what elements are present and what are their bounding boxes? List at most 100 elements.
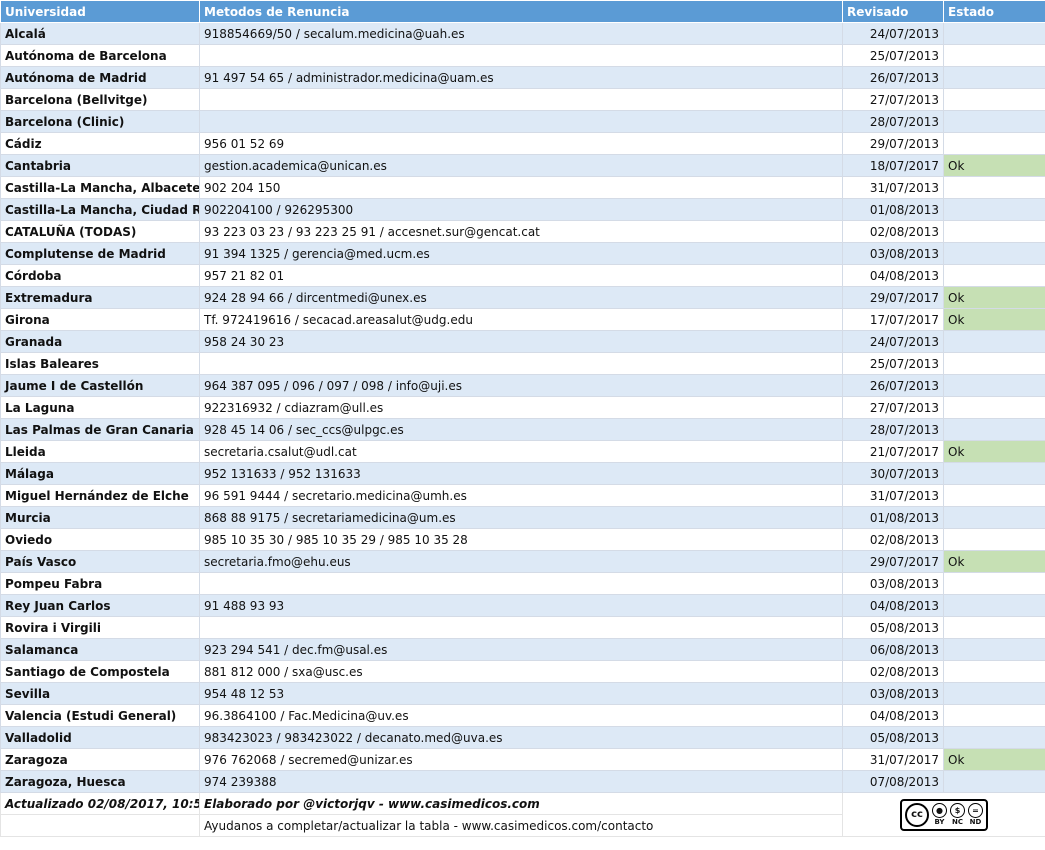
cell-metodos[interactable]: 96 591 9444 / secretario.medicina@umh.es — [199, 484, 843, 507]
cell-estado[interactable] — [943, 704, 1045, 727]
cell-universidad[interactable]: Girona — [0, 308, 200, 331]
cell-metodos[interactable] — [199, 44, 843, 67]
cell-universidad[interactable]: Castilla-La Mancha, Albacete — [0, 176, 200, 199]
cell-revisado[interactable]: 25/07/2013 — [842, 44, 944, 67]
header-universidad[interactable]: Universidad — [0, 0, 200, 23]
cell-revisado[interactable]: 28/07/2013 — [842, 110, 944, 133]
cell-universidad[interactable]: Barcelona (Bellvitge) — [0, 88, 200, 111]
updated-note[interactable]: Actualizado 02/08/2017, 10:50 — [0, 792, 200, 815]
cell-universidad[interactable]: Zaragoza — [0, 748, 200, 771]
cell-universidad[interactable]: Valencia (Estudi General) — [0, 704, 200, 727]
cell-universidad[interactable]: Salamanca — [0, 638, 200, 661]
cell-estado[interactable] — [943, 352, 1045, 375]
cell-revisado[interactable]: 04/08/2013 — [842, 264, 944, 287]
footer-blank-cell[interactable] — [0, 814, 200, 837]
cell-universidad[interactable]: Granada — [0, 330, 200, 353]
cell-universidad[interactable]: Santiago de Compostela — [0, 660, 200, 683]
cell-universidad[interactable]: Oviedo — [0, 528, 200, 551]
cell-metodos[interactable]: 96.3864100 / Fac.Medicina@uv.es — [199, 704, 843, 727]
cell-metodos[interactable]: secretaria.fmo@ehu.eus — [199, 550, 843, 573]
cell-revisado[interactable]: 31/07/2013 — [842, 484, 944, 507]
cell-estado[interactable] — [943, 132, 1045, 155]
cell-universidad[interactable]: Sevilla — [0, 682, 200, 705]
cell-estado[interactable] — [943, 198, 1045, 221]
cell-metodos[interactable] — [199, 616, 843, 639]
cell-metodos[interactable]: 958 24 30 23 — [199, 330, 843, 353]
cell-metodos[interactable]: 957 21 82 01 — [199, 264, 843, 287]
cell-universidad[interactable]: Extremadura — [0, 286, 200, 309]
cell-estado[interactable] — [943, 176, 1045, 199]
cell-revisado[interactable]: 07/08/2013 — [842, 770, 944, 793]
cell-revisado[interactable]: 29/07/2017 — [842, 286, 944, 309]
cell-estado[interactable] — [943, 110, 1045, 133]
cell-estado[interactable]: Ok — [943, 286, 1045, 309]
cell-revisado[interactable]: 24/07/2013 — [842, 22, 944, 45]
cell-revisado[interactable]: 24/07/2013 — [842, 330, 944, 353]
cell-revisado[interactable]: 01/08/2013 — [842, 198, 944, 221]
cell-universidad[interactable]: Rovira i Virgili — [0, 616, 200, 639]
cell-metodos[interactable]: 91 394 1325 / gerencia@med.ucm.es — [199, 242, 843, 265]
cell-revisado[interactable]: 29/07/2017 — [842, 550, 944, 573]
cell-metodos[interactable]: 954 48 12 53 — [199, 682, 843, 705]
cell-metodos[interactable] — [199, 110, 843, 133]
cell-universidad[interactable]: Málaga — [0, 462, 200, 485]
cell-estado[interactable] — [943, 22, 1045, 45]
cell-revisado[interactable]: 04/08/2013 — [842, 704, 944, 727]
cell-universidad[interactable]: Autónoma de Barcelona — [0, 44, 200, 67]
cell-estado[interactable] — [943, 594, 1045, 617]
cell-universidad[interactable]: Cantabria — [0, 154, 200, 177]
cell-estado[interactable] — [943, 770, 1045, 793]
cell-revisado[interactable]: 26/07/2013 — [842, 66, 944, 89]
cc-license-badge[interactable]: cc ● BY $ NC = ND — [900, 798, 988, 831]
cell-estado[interactable] — [943, 726, 1045, 749]
cell-metodos[interactable]: 902204100 / 926295300 — [199, 198, 843, 221]
cell-revisado[interactable]: 03/08/2013 — [842, 572, 944, 595]
cell-revisado[interactable]: 29/07/2013 — [842, 132, 944, 155]
cell-universidad[interactable]: Islas Baleares — [0, 352, 200, 375]
cell-estado[interactable] — [943, 484, 1045, 507]
cell-universidad[interactable]: Miguel Hernández de Elche — [0, 484, 200, 507]
cell-metodos[interactable]: 93 223 03 23 / 93 223 25 91 / accesnet.s… — [199, 220, 843, 243]
cell-estado[interactable]: Ok — [943, 550, 1045, 573]
cell-revisado[interactable]: 28/07/2013 — [842, 418, 944, 441]
cell-revisado[interactable]: 01/08/2013 — [842, 506, 944, 529]
cell-estado[interactable] — [943, 242, 1045, 265]
cell-metodos[interactable]: 91 488 93 93 — [199, 594, 843, 617]
cell-metodos[interactable]: 902 204 150 — [199, 176, 843, 199]
cell-metodos[interactable] — [199, 352, 843, 375]
cell-revisado[interactable]: 31/07/2013 — [842, 176, 944, 199]
cell-estado[interactable]: Ok — [943, 748, 1045, 771]
cell-universidad[interactable]: Valladolid — [0, 726, 200, 749]
cell-universidad[interactable]: Cádiz — [0, 132, 200, 155]
cell-revisado[interactable]: 17/07/2017 — [842, 308, 944, 331]
cell-universidad[interactable]: Córdoba — [0, 264, 200, 287]
cell-revisado[interactable]: 02/08/2013 — [842, 528, 944, 551]
cell-revisado[interactable]: 05/08/2013 — [842, 616, 944, 639]
cell-revisado[interactable]: 03/08/2013 — [842, 682, 944, 705]
help-note[interactable]: Ayudanos a completar/actualizar la tabla… — [199, 814, 843, 837]
cell-metodos[interactable]: gestion.academica@unican.es — [199, 154, 843, 177]
cell-revisado[interactable]: 25/07/2013 — [842, 352, 944, 375]
cell-revisado[interactable]: 27/07/2013 — [842, 396, 944, 419]
cell-universidad[interactable]: Lleida — [0, 440, 200, 463]
cell-estado[interactable] — [943, 264, 1045, 287]
cell-estado[interactable] — [943, 616, 1045, 639]
cell-metodos[interactable]: 918854669/50 / secalum.medicina@uah.es — [199, 22, 843, 45]
cell-revisado[interactable]: 04/08/2013 — [842, 594, 944, 617]
cell-estado[interactable] — [943, 66, 1045, 89]
header-metodos[interactable]: Metodos de Renuncia — [199, 0, 843, 23]
cell-estado[interactable] — [943, 330, 1045, 353]
cell-universidad[interactable]: Murcia — [0, 506, 200, 529]
cell-revisado[interactable]: 21/07/2017 — [842, 440, 944, 463]
cell-metodos[interactable]: 922316932 / cdiazram@ull.es — [199, 396, 843, 419]
cell-universidad[interactable]: CATALUÑA (TODAS) — [0, 220, 200, 243]
cell-metodos[interactable] — [199, 88, 843, 111]
cell-universidad[interactable]: Autónoma de Madrid — [0, 66, 200, 89]
cell-metodos[interactable]: 985 10 35 30 / 985 10 35 29 / 985 10 35 … — [199, 528, 843, 551]
cell-metodos[interactable]: 924 28 94 66 / dircentmedi@unex.es — [199, 286, 843, 309]
cell-metodos[interactable]: Tf. 972419616 / secacad.areasalut@udg.ed… — [199, 308, 843, 331]
cell-estado[interactable] — [943, 44, 1045, 67]
cell-revisado[interactable]: 27/07/2013 — [842, 88, 944, 111]
cell-estado[interactable] — [943, 88, 1045, 111]
cell-estado[interactable] — [943, 418, 1045, 441]
